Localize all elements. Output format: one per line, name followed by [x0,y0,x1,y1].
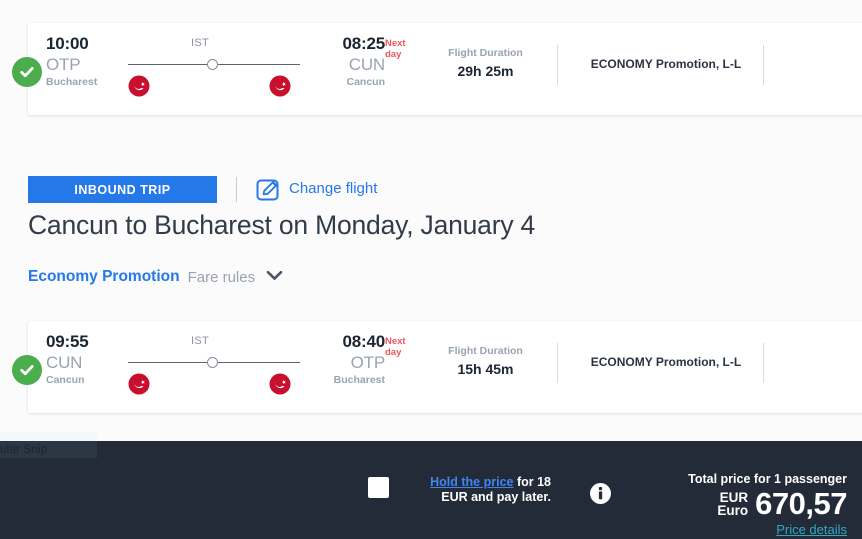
hold-price-checkbox[interactable] [368,477,389,498]
next-day-badge: Next day [385,336,406,358]
departure-time: 09:55 [46,332,89,351]
departure-code: OTP [46,55,81,74]
turkish-airlines-logo [269,373,291,395]
snip-overlay-strip [0,432,97,441]
page-title: Cancun to Bucharest on Monday, January 4 [28,210,536,240]
change-flight-link[interactable]: Change flight [289,180,377,197]
info-circle-icon[interactable] [590,483,611,504]
divider [236,177,237,202]
hold-price-group: Hold the price for 18 EUR and pay later. [368,475,551,505]
currency-stack: EUR Euro [717,489,749,518]
flight-duration-value: 29h 25m [457,63,514,79]
next-day-badge: Next day [385,38,406,60]
flight-card-inbound[interactable]: 09:55 CUN Cancun IST 08:40 OTP Bucharest [12,321,862,413]
total-price-amount: 670,57 [755,486,847,521]
fare-rules-toggle[interactable]: Fare rules [188,269,256,286]
fare-name: Economy Promotion [28,268,180,285]
currency-name: Euro [717,502,749,518]
flight-duration-label: Flight Duration [448,47,523,59]
arrival-info: 08:25 CUN Cancun [303,33,386,90]
route-stop-dot [207,357,218,368]
fare-row: Economy Promotion Fare rules [28,268,283,286]
currency-code: EUR [719,489,749,505]
cabin-class: ECONOMY Promotion, L-L [590,57,742,71]
arrival-code: OTP [350,353,386,372]
price-details-link[interactable]: Price details [688,522,847,537]
arrival-code: CUN [348,55,385,74]
turkish-airlines-logo [269,75,291,97]
turkish-airlines-logo [128,373,150,395]
divider [557,343,558,383]
price-row: EUR Euro 670,57 [688,488,847,520]
flight-duration-value: 15h 45m [457,361,514,377]
flight-duration: Flight Duration 29h 25m [433,46,538,81]
flight-duration-label: Flight Duration [448,345,523,357]
check-circle-icon [12,355,42,385]
stopover-label: IST [191,37,210,49]
departure-city: Cancun [46,374,85,386]
divider [763,343,764,383]
chevron-down-icon[interactable] [266,268,283,286]
departure-info: 10:00 OTP Bucharest [46,33,126,90]
departure-info: 09:55 CUN Cancun [46,331,126,388]
cabin-class: ECONOMY Promotion, L-L [590,355,742,369]
booking-page: 10:00 OTP Bucharest IST 08:25 CUN Cancun [0,0,862,539]
inbound-trip-tag: INBOUND TRIP [28,176,217,203]
total-price-label: Total price for 1 passenger [688,472,847,486]
bottom-action-bar: Hold the price for 18 EUR and pay later.… [0,441,862,539]
arrival-time: 08:25 [342,34,386,53]
arrival-city: Bucharest [333,374,385,386]
flight-card-outbound[interactable]: 10:00 OTP Bucharest IST 08:25 CUN Cancun [12,23,862,115]
divider [557,45,558,85]
check-circle-icon [12,57,42,87]
departure-city: Bucharest [46,76,98,88]
departure-time: 10:00 [46,34,89,53]
route-stop-dot [207,59,218,70]
arrival-city: Cancun [346,76,385,88]
snip-overlay-label: ular Snip [0,442,48,456]
hold-the-price-link[interactable]: Hold the price [430,475,513,489]
hold-price-text: Hold the price for 18 EUR and pay later. [401,475,551,505]
arrival-info: 08:40 OTP Bucharest [303,331,386,388]
turkish-airlines-logo [128,75,150,97]
stopover-label: IST [191,335,210,347]
departure-code: CUN [46,353,83,372]
inbound-trip-label: INBOUND TRIP [74,182,171,197]
arrival-time: 08:40 [342,332,386,351]
total-price-block: Total price for 1 passenger EUR Euro 670… [688,471,847,537]
flight-duration: Flight Duration 15h 45m [433,344,538,379]
divider [763,45,764,85]
pencil-edit-icon[interactable] [256,177,282,203]
